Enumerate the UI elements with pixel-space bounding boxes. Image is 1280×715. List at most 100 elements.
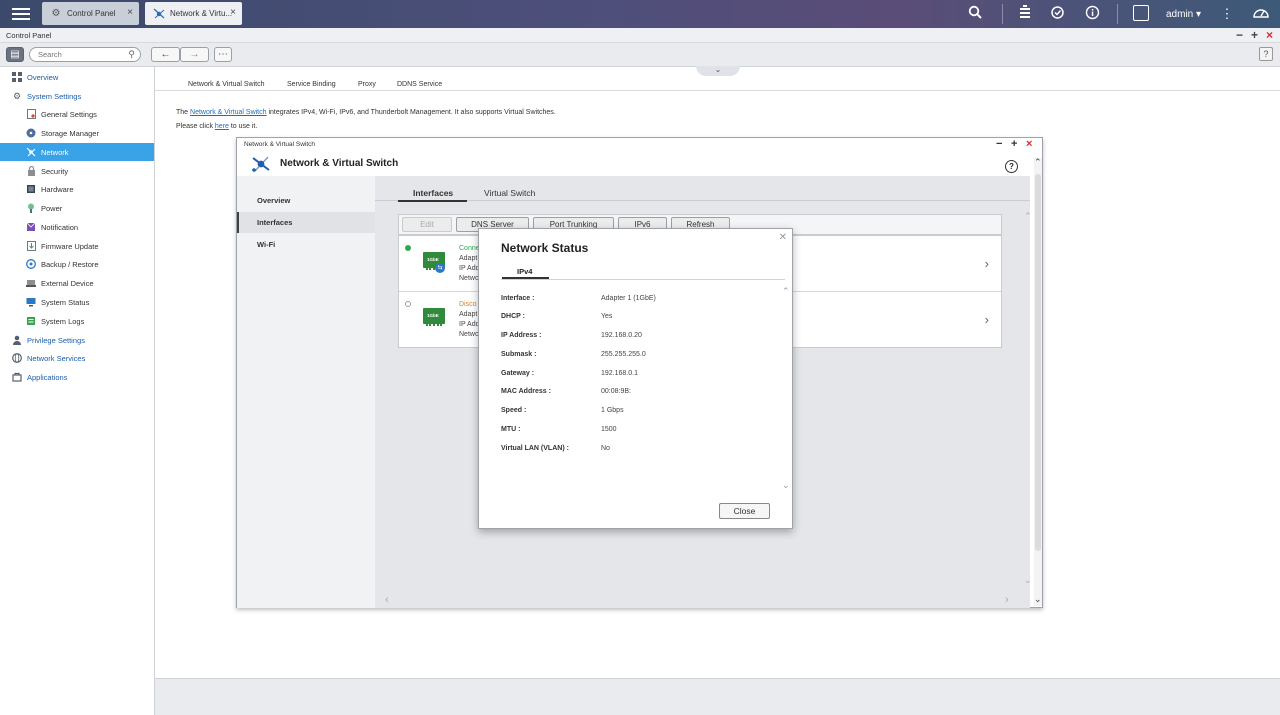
forward-button[interactable]: → [180,47,209,62]
search-icon[interactable] [966,5,984,23]
interface-ip: IP Add [459,265,480,272]
grid-view-icon[interactable]: ⋯ [214,47,232,62]
sidebar-item-firmware-update[interactable]: Firmware Update [0,237,154,255]
sidebar-toggle-icon[interactable]: ▤ [6,47,24,62]
scrollbar-thumb[interactable] [1035,174,1041,551]
more-options-icon[interactable]: ⋮ [1218,5,1236,23]
status-disconnected-icon [405,301,411,307]
tab-ddns-service[interactable]: DDNS Service [397,81,442,88]
firmware-icon [26,241,36,251]
tab-virtual-switch[interactable]: Virtual Switch [484,188,535,198]
help-icon[interactable]: ? [1005,160,1018,173]
chevron-down-icon[interactable]: ⌄ [1034,594,1042,605]
user-avatar-icon[interactable] [1133,5,1149,21]
chevron-down-icon[interactable]: ⌄ [696,66,740,76]
close-button[interactable]: Close [719,503,770,519]
back-button[interactable]: ← [151,47,180,62]
tab-divider [155,90,1280,91]
maximize-icon[interactable]: + [1251,29,1258,41]
sidebar-item-privilege-settings[interactable]: Privilege Settings [0,331,154,349]
sidebar-item-hardware[interactable]: Hardware [0,180,154,198]
network-switch-icon [251,155,271,173]
chevron-left-icon[interactable]: ‹ [385,594,389,606]
sidebar-item-network-services[interactable]: Network Services [0,349,154,367]
nvs-header-title: Network & Virtual Switch [280,158,399,169]
sidebar-item-notification[interactable]: Notification [0,218,154,236]
chevron-down-icon[interactable]: ⌄ [782,480,790,491]
footer-bar [155,678,1280,715]
sidebar-item-external-device[interactable]: External Device [0,274,154,292]
status-row-speed: Speed :1 Gbps [501,407,624,414]
minimize-icon[interactable]: − [996,139,1002,150]
sidebar-item-backup-restore[interactable]: Backup / Restore [0,255,154,273]
sidebar-item-storage-manager[interactable]: Storage Manager [0,124,154,142]
chevron-down-icon[interactable]: ⌄ [1024,575,1032,586]
chevron-right-icon[interactable]: › [985,312,989,327]
power-icon [26,203,36,213]
sidebar-item-applications[interactable]: Applications [0,368,154,386]
sidebar-item-security[interactable]: Security [0,162,154,180]
sync-icon[interactable] [1048,5,1066,23]
window-titlebar: Control Panel − + × [0,28,1280,43]
minimize-icon[interactable]: − [1236,29,1243,41]
tab-label: Control Panel [67,9,116,18]
tab-service-binding[interactable]: Service Binding [287,81,336,88]
sidebar-item-network[interactable]: Network [0,143,154,161]
info-icon[interactable] [1083,5,1101,23]
gear-icon: ⚙ [51,8,61,19]
close-icon[interactable]: × [1026,139,1032,150]
maximize-icon[interactable]: + [1011,139,1017,150]
nvs-side-wifi[interactable]: Wi-Fi [237,234,375,255]
inner-scrollbar[interactable]: ⌃ ⌄ [1024,211,1032,586]
link-badge-icon: ⇆ [435,263,445,273]
chevron-up-icon[interactable]: ⌃ [782,286,790,297]
close-icon[interactable]: ✕ [779,232,787,243]
tab-network-virtual-switch[interactable]: Network & Virtu... × [145,2,242,25]
background-tasks-icon[interactable] [1016,5,1034,23]
chevron-up-icon[interactable]: ⌃ [1024,211,1032,222]
sidebar-item-system-settings[interactable]: ⚙ System Settings [0,87,154,105]
chevron-up-icon[interactable]: ⌃ [1034,157,1042,168]
lock-icon [26,166,36,176]
tab-control-panel[interactable]: ⚙ Control Panel × [42,2,139,25]
user-menu[interactable]: admin ▾ [1166,9,1201,20]
chevron-right-icon[interactable]: › [985,256,989,271]
edit-button[interactable]: Edit [402,217,452,232]
close-icon[interactable]: × [1266,29,1273,41]
horizontal-scrollbar[interactable]: ‹ › [375,594,1030,608]
search-input[interactable] [38,50,126,59]
sidebar-item-general-settings[interactable]: General Settings [0,105,154,123]
network-card-icon: 1GbE [423,308,445,326]
search-box[interactable]: ⚲ [29,47,141,62]
sidebar-item-overview[interactable]: Overview [0,68,154,86]
separator [1117,4,1118,24]
nvs-link[interactable]: Network & Virtual Switch [190,109,267,116]
main-menu-icon[interactable] [12,5,30,23]
network-status-dialog: ✕ Network Status IPv4 Interface : Adapter… [478,228,793,529]
dashboard-icon[interactable] [1251,5,1271,23]
chevron-right-icon[interactable]: › [1005,594,1009,606]
globe-icon [12,353,22,363]
sidebar-item-power[interactable]: Power [0,199,154,217]
interface-adapter: Adapt [459,311,478,318]
notification-icon [26,222,36,232]
interface-network: Netwo [459,331,479,338]
help-icon[interactable]: ? [1259,47,1273,61]
sidebar-item-system-status[interactable]: System Status [0,293,154,311]
status-row-submask: Submask :255.255.255.0 [501,351,646,358]
tab-proxy[interactable]: Proxy [358,81,376,88]
interface-status: Conne [459,245,480,252]
tab-interfaces[interactable]: Interfaces [413,188,453,198]
monitor-icon [26,297,36,307]
search-icon[interactable]: ⚲ [128,49,135,60]
close-icon[interactable]: × [127,7,133,18]
sidebar-item-system-logs[interactable]: System Logs [0,312,154,330]
applications-icon [12,372,22,382]
nvs-side-interfaces[interactable]: Interfaces [237,212,375,233]
dialog-scrollbar[interactable]: ⌃ ⌄ [782,286,791,491]
nvs-side-overview[interactable]: Overview [237,190,375,211]
close-icon[interactable]: × [230,7,236,18]
outer-scrollbar[interactable]: ⌃ ⌄ [1034,157,1042,606]
here-link[interactable]: here [215,123,229,130]
tab-ipv4[interactable]: IPv4 [517,267,532,276]
